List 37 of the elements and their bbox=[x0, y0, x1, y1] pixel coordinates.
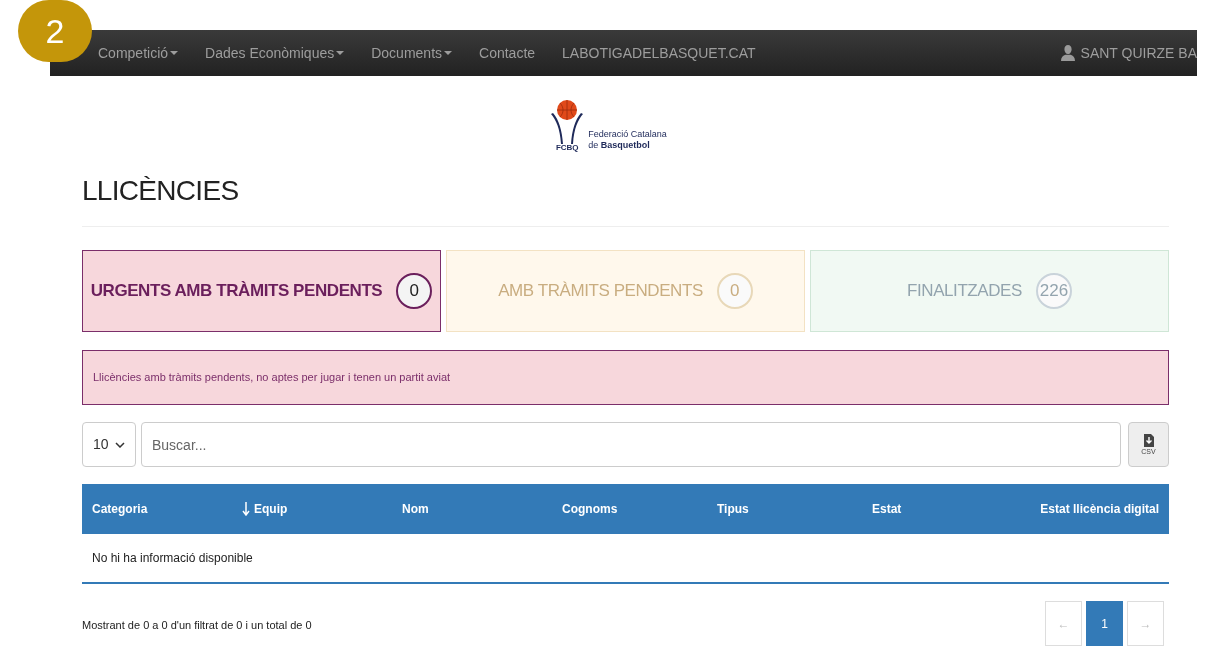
caret-down-icon bbox=[444, 51, 453, 55]
alert-message: Llicències amb tràmits pendents, no aptes per jugar i tenen un partit aviat bbox=[82, 350, 1169, 405]
column-header[interactable]: Categoria bbox=[92, 500, 148, 518]
nav-dropdown[interactable]: Dades Econòmiques bbox=[205, 42, 345, 64]
count-badge: 0 bbox=[396, 273, 433, 309]
user-menu[interactable]: SANT QUIRZE BA bbox=[1080, 42, 1197, 64]
logo-text: de Basquetbol bbox=[588, 140, 651, 151]
status-tab[interactable]: FINALITZADES 226 bbox=[810, 250, 1169, 332]
column-header[interactable]: Tipus bbox=[717, 500, 749, 518]
search-field[interactable]: Buscar... bbox=[141, 422, 1121, 467]
table-summary: Mostrant de 0 a 0 d'un filtrat de 0 i un total de 0 bbox=[82, 618, 312, 633]
sort-arrow-icon bbox=[242, 502, 250, 516]
nav-dropdown[interactable]: Competició bbox=[98, 42, 179, 64]
column-header[interactable]: Equip bbox=[242, 500, 288, 518]
count-badge: 0 bbox=[716, 273, 753, 309]
logo-text: Federació Catalana bbox=[588, 129, 667, 140]
column-header[interactable]: Nom bbox=[402, 500, 429, 518]
column-header[interactable]: Cognoms bbox=[562, 500, 618, 518]
caret-down-icon bbox=[170, 51, 179, 55]
empty-message: No hi ha informació disponible bbox=[92, 550, 253, 567]
column-header[interactable]: Estat llicència digital bbox=[1040, 500, 1159, 518]
caret-down-icon bbox=[336, 51, 345, 55]
user-icon bbox=[1060, 45, 1075, 61]
logo-mark: FCBQ bbox=[555, 144, 579, 152]
nav-link[interactable]: LABOTIGADELBASQUET.CAT bbox=[562, 42, 756, 64]
page-button[interactable]: 1 bbox=[1086, 601, 1123, 646]
page-size-select[interactable]: 10 bbox=[82, 422, 136, 467]
status-tab[interactable]: URGENTS AMB TRÀMITS PENDENTS 0 bbox=[82, 250, 441, 332]
file-download-icon bbox=[1143, 434, 1154, 447]
nav-link[interactable]: Contacte bbox=[479, 42, 536, 64]
basketball-logo-icon bbox=[550, 100, 585, 144]
step-badge: 2 bbox=[18, 0, 92, 62]
page-title: LLICÈNCIES bbox=[82, 170, 1169, 227]
count-badge: 226 bbox=[1035, 273, 1072, 309]
chevron-down-icon bbox=[115, 441, 125, 448]
column-header[interactable]: Estat bbox=[872, 500, 902, 518]
nav-dropdown[interactable]: Documents bbox=[371, 42, 453, 64]
